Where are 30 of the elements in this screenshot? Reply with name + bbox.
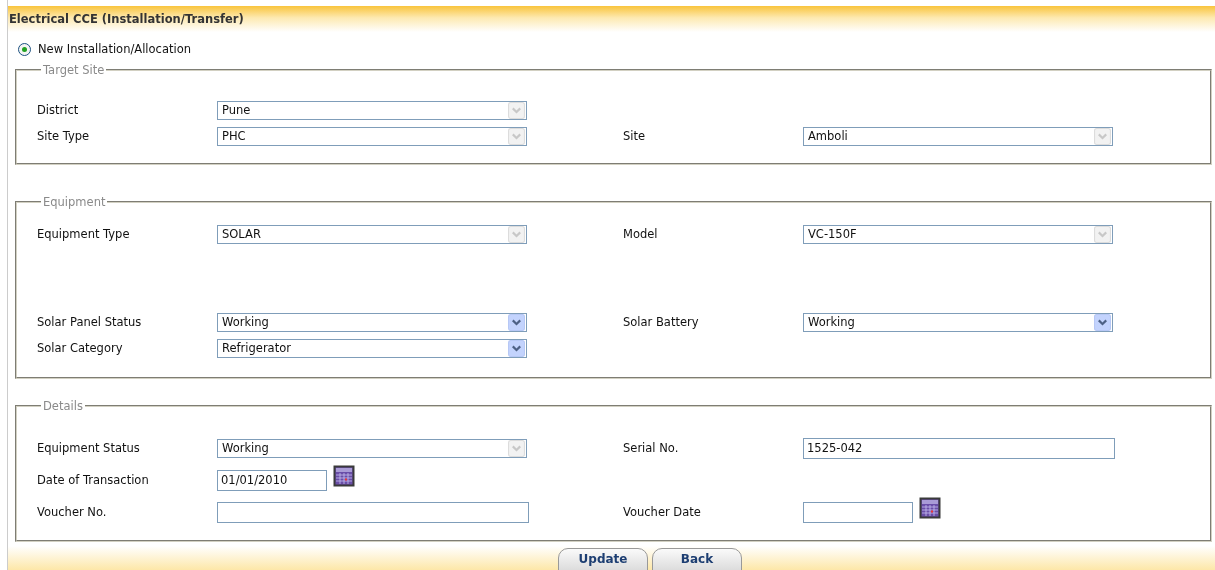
calendar-icon[interactable] [919, 497, 941, 519]
fieldset-legend: Target Site [41, 63, 107, 77]
date-input[interactable] [803, 501, 913, 523]
field-label: Solar Category [37, 341, 124, 355]
field-label: Solar Panel Status [37, 315, 143, 329]
calendar-icon[interactable] [333, 465, 355, 487]
field-label: Model [623, 227, 659, 241]
page-title: Electrical CCE (Installation/Transfer) [9, 12, 244, 26]
field-label: Solar Battery [623, 315, 700, 329]
text-input[interactable]: 1525-042 [803, 437, 1115, 459]
field-label: Date of Transaction [37, 473, 150, 487]
dropdown-field[interactable]: Refrigerator [217, 338, 527, 358]
form-button[interactable]: Back [652, 548, 742, 570]
dropdown-field[interactable]: Working [217, 312, 527, 332]
field-label: District [37, 103, 80, 117]
date-input[interactable]: 01/01/2010 [217, 469, 327, 491]
field-label: Equipment Status [37, 441, 141, 455]
field-label: Voucher Date [623, 505, 702, 519]
fieldset-legend: Details [41, 399, 85, 413]
field-label: Serial No. [623, 441, 680, 455]
field-label: Site [623, 129, 647, 143]
field-label: Voucher No. [37, 505, 108, 519]
text-input[interactable] [217, 501, 529, 523]
field-label: Site Type [37, 129, 91, 143]
radio-label: New Installation/Allocation [38, 42, 191, 56]
radio-button[interactable] [18, 42, 31, 56]
dropdown-field[interactable]: Working [803, 312, 1113, 332]
field-label: Equipment Type [37, 227, 131, 241]
form-button[interactable]: Update [558, 548, 648, 570]
fieldset-legend: Equipment [41, 195, 108, 209]
